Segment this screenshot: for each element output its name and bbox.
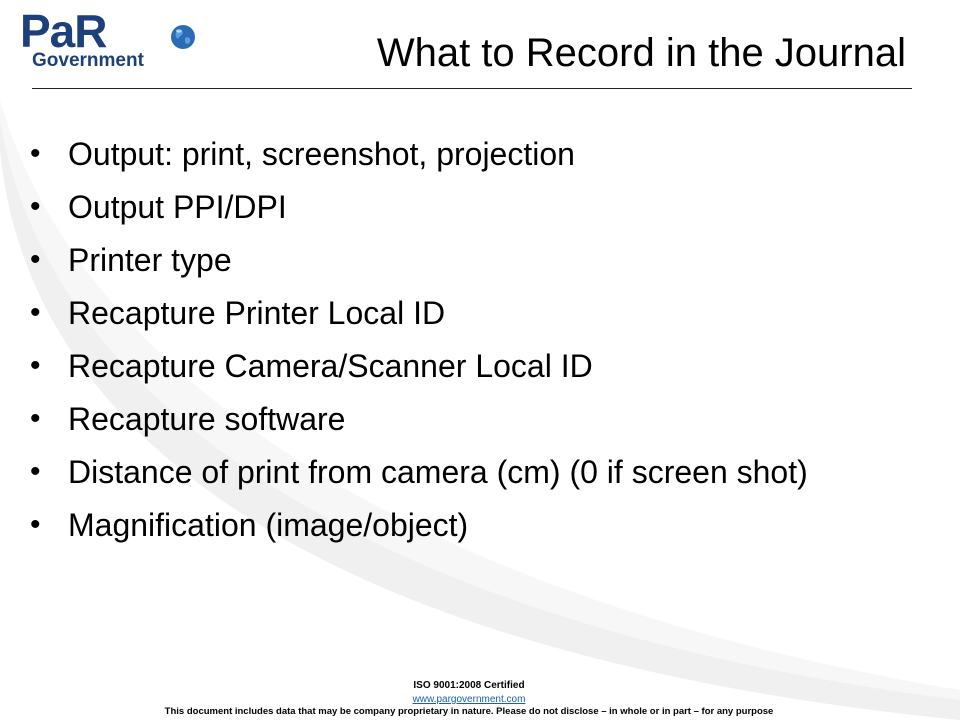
title-divider [32, 88, 912, 89]
bullet-text: Recapture Camera/Scanner Local ID [68, 348, 593, 384]
bullet-item: • Printer type [28, 241, 858, 279]
bullet-text: Output: print, screenshot, projection [68, 136, 575, 172]
logo-wordmark: PaR [20, 5, 107, 57]
bullet-dot-icon: • [30, 508, 41, 541]
bullet-item: • Recapture software [28, 400, 858, 438]
globe-icon [171, 25, 195, 49]
bullet-dot-icon: • [30, 137, 41, 170]
bullet-item: • Recapture Printer Local ID [28, 294, 858, 332]
bullet-item: • Distance of print from camera (cm) (0 i… [28, 453, 858, 491]
company-website-link[interactable]: www.pargovernment.com [413, 694, 526, 705]
bullet-dot-icon: • [30, 190, 41, 223]
bullet-dot-icon: • [30, 402, 41, 435]
iso-certification: ISO 9001:2008 Certified [413, 680, 525, 691]
proprietary-disclaimer: This document includes data that may be … [164, 706, 774, 717]
bullet-dot-icon: • [30, 349, 41, 382]
bullet-dot-icon: • [30, 243, 41, 276]
bullet-item: • Recapture Camera/Scanner Local ID [28, 347, 858, 385]
bullet-dot-icon: • [30, 296, 41, 329]
bullet-dot-icon: • [30, 455, 41, 488]
bullet-text: Magnification (image/object) [68, 507, 469, 543]
bullet-text: Output PPI/DPI [68, 189, 287, 225]
bullet-text: Printer type [68, 242, 232, 278]
logo-subtext: Government [32, 50, 144, 71]
footer: ISO 9001:2008 Certified www.pargovernmen… [0, 680, 938, 718]
bullet-text: Distance of print from camera (cm) (0 if… [68, 454, 808, 490]
bullet-item: • Magnification (image/object) [28, 506, 858, 544]
bullet-text: Recapture software [68, 401, 346, 437]
bullet-item: • Output PPI/DPI [28, 188, 858, 226]
slide-title: What to Record in the Journal [376, 31, 906, 75]
bullet-item: • Output: print, screenshot, projection [28, 135, 858, 173]
par-government-logo: PaR Government [18, 8, 198, 76]
bullet-text: Recapture Printer Local ID [68, 295, 446, 331]
bullet-list: • Output: print, screenshot, projection •… [28, 135, 928, 559]
